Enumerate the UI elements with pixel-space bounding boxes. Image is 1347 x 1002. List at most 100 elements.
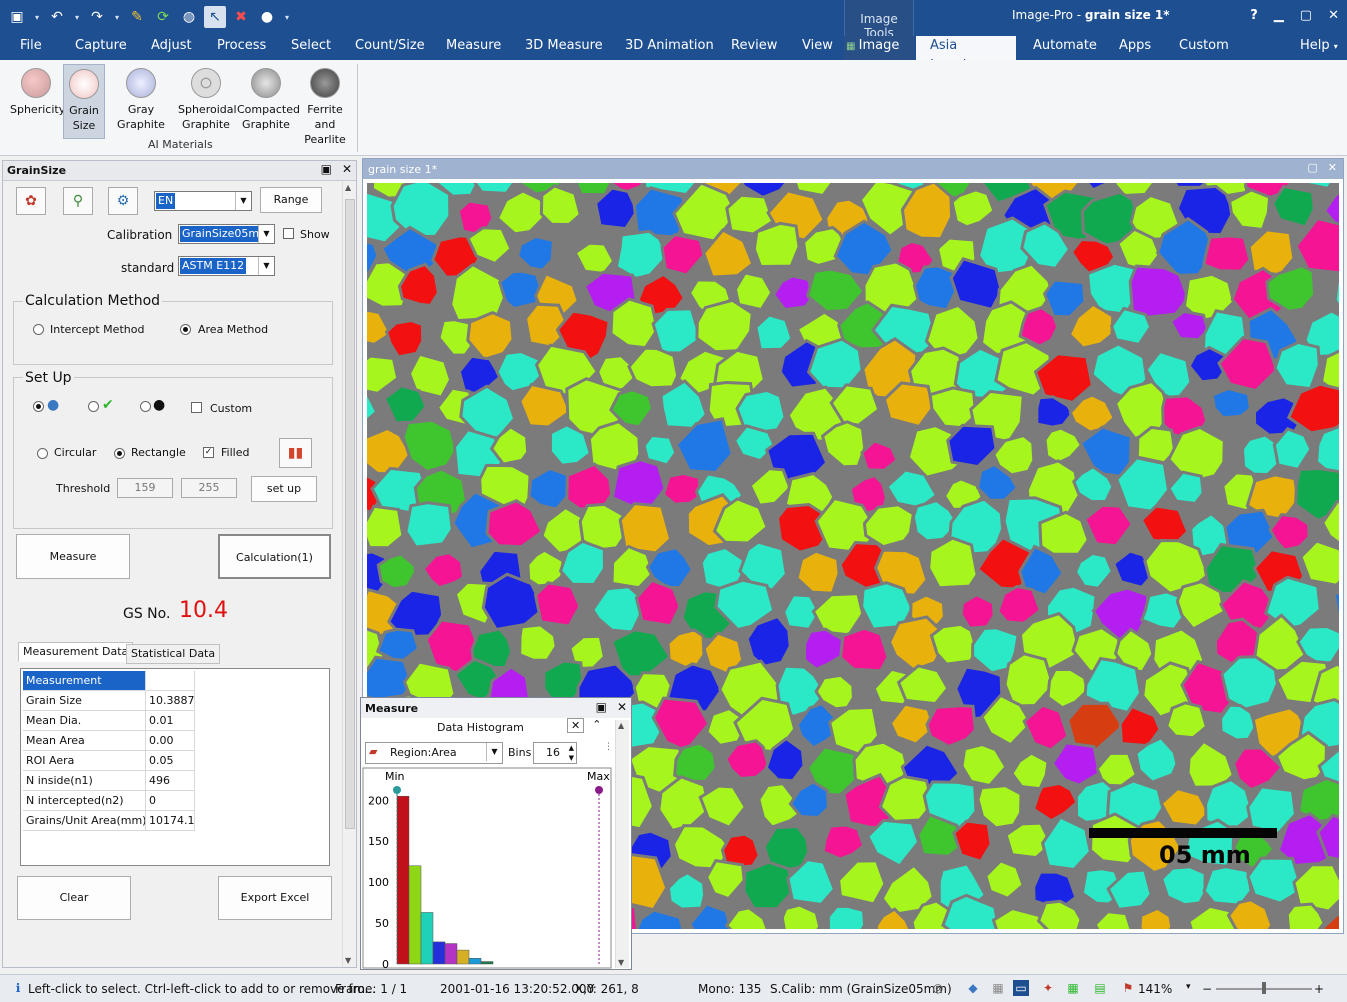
menu-count-size[interactable]: Count/Size	[347, 36, 433, 60]
menu-help[interactable]: Help ▾	[1292, 36, 1346, 60]
standard-select[interactable]: ASTM E112 ▼	[178, 256, 275, 276]
scroll-up-icon[interactable]: ▲	[618, 721, 624, 730]
menu-view[interactable]: View	[794, 36, 841, 60]
rectangle-radio[interactable]	[114, 448, 125, 459]
save-icon[interactable]: ▣	[6, 6, 28, 28]
show-checkbox[interactable]	[283, 228, 294, 239]
capture-button[interactable]: ⚲	[63, 187, 93, 215]
gray-graphite-button[interactable]: Gray Graphite	[107, 64, 175, 136]
setup-mode-3-radio[interactable]	[140, 401, 151, 412]
float-icon[interactable]: ▣	[321, 162, 332, 176]
compass-icon[interactable]: ◎	[930, 980, 946, 996]
zoom-slider[interactable]	[1216, 982, 1312, 994]
intercept-method-radio[interactable]	[33, 324, 44, 335]
language-select[interactable]: EN ▼	[154, 191, 252, 211]
max-marker-handle[interactable]	[595, 786, 603, 794]
threshold-min-input[interactable]: 159	[117, 478, 173, 498]
select-pointer-icon[interactable]: ↖	[204, 6, 226, 28]
scroll-down-icon[interactable]: ▼	[345, 956, 351, 965]
menu-process[interactable]: Process	[209, 36, 274, 60]
redo-icon[interactable]: ↷	[86, 6, 108, 28]
flag-icon[interactable]: ⚑	[1120, 980, 1136, 996]
more-icon[interactable]: ⋮	[604, 742, 613, 752]
scroll-up-icon[interactable]: ▲	[345, 183, 351, 192]
ferrite-pearlite-button[interactable]: Ferrite and Pearlite	[297, 64, 353, 146]
settings-button[interactable]: ⚙	[108, 187, 138, 215]
pen-icon[interactable]: ✎	[126, 6, 148, 28]
circular-radio[interactable]	[37, 448, 48, 459]
table-icon[interactable]: ▦	[1065, 980, 1081, 996]
menu-asia-imaging[interactable]: Asia Imaging	[916, 36, 1016, 73]
tab-measurement-data[interactable]: Measurement Data	[18, 642, 134, 662]
setup-mode-2-radio[interactable]	[88, 401, 99, 412]
close-icon[interactable]: ✕	[617, 700, 627, 714]
scroll-down-icon[interactable]: ▼	[618, 958, 624, 967]
custom-checkbox[interactable]	[191, 402, 202, 413]
refresh-icon[interactable]: ⟳	[152, 6, 174, 28]
compacted-graphite-button[interactable]: Compacted Graphite	[237, 64, 300, 136]
menu-automate[interactable]: Automate	[1025, 36, 1105, 60]
tab-statistical-data[interactable]: Statistical Data	[126, 644, 221, 664]
clear-button[interactable]: Clear	[17, 876, 131, 920]
region-select[interactable]: ▰ Region:Area ▼	[365, 742, 503, 764]
float-icon[interactable]: ▣	[596, 700, 607, 714]
threshold-max-input[interactable]: 255	[181, 478, 237, 498]
menu-apps[interactable]: Apps	[1111, 36, 1159, 60]
close-button[interactable]: ✕	[1328, 8, 1339, 23]
calibration-select[interactable]: GrainSize05mm ▼	[178, 224, 275, 244]
chevron-down-icon[interactable]: ▾	[32, 13, 42, 22]
range-button[interactable]: Range	[260, 187, 322, 213]
calculation-button[interactable]: Calculation(1)	[218, 534, 331, 579]
menu-review[interactable]: Review	[723, 36, 785, 60]
undo-icon[interactable]: ↶	[46, 6, 68, 28]
close-icon[interactable]: ✕	[342, 162, 352, 176]
area-method-radio[interactable]	[180, 324, 191, 335]
menu-custom[interactable]: Custom	[1171, 36, 1237, 60]
help-globe-icon[interactable]: ●	[256, 6, 278, 28]
minimize-button[interactable]: ▁	[1274, 8, 1284, 23]
load-image-button[interactable]: ✿	[16, 187, 46, 215]
menu-measure[interactable]: Measure	[438, 36, 509, 60]
scroll-thumb[interactable]	[345, 199, 355, 829]
histogram-button[interactable]: ▮▮	[279, 438, 312, 468]
setup-button[interactable]: set up	[251, 476, 317, 502]
chevron-down-icon[interactable]: ▾	[112, 13, 122, 22]
zoom-out-icon[interactable]: −	[1202, 982, 1212, 996]
close-icon[interactable]: ✕	[567, 718, 585, 733]
menu-3d-measure[interactable]: 3D Measure	[517, 36, 611, 60]
zoom-dropdown-icon[interactable]: ▾	[1186, 982, 1191, 992]
measure-button[interactable]: Measure	[16, 534, 130, 579]
customize-icon[interactable]: ▾	[282, 13, 292, 22]
menu-capture[interactable]: Capture	[67, 36, 135, 60]
close-icon[interactable]: ✕	[1328, 161, 1337, 174]
histogram-chart[interactable]: 0 50 100 150 200 Min Max	[361, 766, 615, 970]
spreadsheet-icon[interactable]: ▤	[1092, 980, 1108, 996]
menu-3d-animation[interactable]: 3D Animation	[617, 36, 722, 60]
help-button[interactable]: ?	[1250, 8, 1258, 23]
panel-scrollbar[interactable]: ▲ ▼	[342, 181, 356, 967]
bins-spinner[interactable]: 16 ▲ ▼	[533, 742, 577, 764]
monitor-icon[interactable]: ▭	[1013, 980, 1029, 996]
spheroidal-graphite-button[interactable]: Spheroidal Graphite	[178, 64, 237, 136]
pin-icon[interactable]: ⌃	[592, 718, 601, 733]
menu-select[interactable]: Select	[283, 36, 339, 60]
measure-tool-icon[interactable]: ✦	[1040, 980, 1056, 996]
chevron-down-icon[interactable]: ▾	[72, 13, 82, 22]
export-excel-button[interactable]: Export Excel	[218, 876, 332, 920]
grid-icon[interactable]: ▦	[990, 980, 1006, 996]
sphericity-button[interactable]: Sphericity	[10, 64, 65, 136]
layers-icon[interactable]: ◆	[965, 980, 981, 996]
globe-icon[interactable]: ◍	[178, 6, 200, 28]
setup-mode-1-radio[interactable]	[33, 401, 44, 412]
grain-size-button[interactable]: Grain Size	[63, 64, 105, 139]
menu-adjust[interactable]: Adjust	[143, 36, 200, 60]
filled-checkbox[interactable]: ✓	[203, 447, 214, 458]
delete-icon[interactable]: ✖	[230, 6, 252, 28]
maximize-button[interactable]: ▢	[1300, 8, 1312, 23]
zoom-in-icon[interactable]: +	[1314, 982, 1324, 996]
menu-file[interactable]: File	[12, 36, 50, 60]
min-marker-handle[interactable]	[393, 786, 401, 794]
histogram-scrollbar[interactable]: ▲ ▼	[615, 720, 629, 968]
menu-image[interactable]: ▦ Image	[844, 36, 914, 60]
zoom-slider-thumb[interactable]	[1262, 982, 1266, 994]
